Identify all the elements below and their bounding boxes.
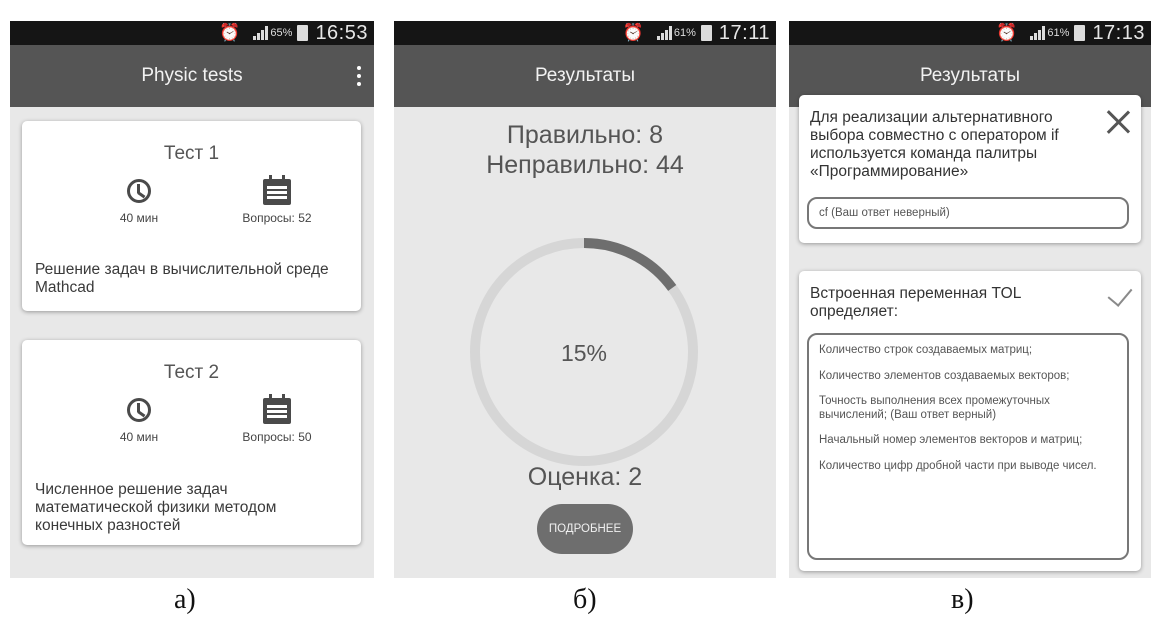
percent-label: 15% — [561, 340, 607, 366]
caption-b: б) — [573, 584, 597, 615]
alarm-icon: ⏰ — [996, 23, 1018, 42]
status-time: 17:11 — [718, 21, 770, 44]
wrong-count: Неправильно: 44 — [486, 151, 684, 179]
correct-count: Правильно: 8 — [506, 121, 664, 149]
status-time: 16:53 — [315, 21, 368, 44]
test-questions: Вопросы: 50 — [217, 394, 337, 444]
details-button[interactable]: ПОДРОБНЕЕ — [537, 504, 633, 554]
score-ring: 15% — [470, 238, 698, 466]
duration-label: 40 мин — [119, 211, 159, 225]
clock-icon — [127, 398, 151, 422]
question-card: Встроенная переменная TOL определяет: Ко… — [799, 271, 1141, 571]
options-list: Количество строк создаваемых матриц; Кол… — [807, 333, 1129, 560]
alarm-icon: ⏰ — [219, 23, 241, 42]
screen-results-details: ⏰ 61% 17:13 Результаты Для реализации ал… — [789, 21, 1151, 578]
signal-icon — [1030, 26, 1046, 40]
battery-percent: 61% — [1047, 27, 1070, 39]
status-bar: ⏰ 65% 16:53 — [10, 21, 374, 45]
app-title: Physic tests — [141, 65, 243, 86]
more-vert-icon[interactable] — [354, 64, 364, 88]
battery-percent: 65% — [270, 27, 293, 39]
option-item: Количество цифр дробной части при выводе… — [819, 459, 1097, 472]
grade-label: Оценка: 2 — [527, 463, 643, 491]
battery-icon — [700, 25, 712, 41]
test-duration: 40 мин — [84, 179, 194, 225]
caption-c: в) — [951, 584, 974, 615]
option-item: Начальный номер элементов векторов и мат… — [819, 434, 1083, 446]
test-card[interactable]: Тест 2 40 мин Вопросы: 50 Численное реше… — [22, 340, 361, 545]
calendar-icon — [263, 175, 291, 205]
battery-percent: 61% — [673, 27, 696, 39]
test-title: Тест 1 — [163, 143, 220, 164]
caption-a: а) — [174, 584, 196, 615]
test-description: Решение задач в вычислительной среде Mat… — [35, 261, 329, 296]
screen-results-summary: ⏰ 61% 17:11 Результаты Правильно: 8 Непр… — [394, 21, 776, 578]
option-item: Точность выполнения всех промежуточных в… — [819, 395, 1050, 421]
screen-test-list: ⏰ 65% 16:53 Physic tests Тест 1 40 мин В… — [10, 21, 374, 578]
check-icon — [1107, 281, 1133, 307]
test-description: Численное решение задач математической ф… — [35, 481, 277, 534]
option-item: Количество строк создаваемых матриц; — [819, 344, 1033, 356]
option-item: Количество элементов создаваемых векторо… — [819, 369, 1070, 382]
duration-label: 40 мин — [119, 430, 159, 444]
questions-label: Вопросы: 52 — [242, 211, 312, 225]
question-text: Для реализации альтернативного выбора со… — [810, 109, 1059, 180]
test-card[interactable]: Тест 1 40 мин Вопросы: 52 Решение задач … — [22, 121, 361, 311]
question-card: Для реализации альтернативного выбора со… — [799, 95, 1141, 243]
test-duration: 40 мин — [84, 398, 194, 444]
battery-icon — [1074, 25, 1086, 41]
app-bar: Результаты — [394, 45, 776, 107]
signal-icon — [656, 26, 672, 40]
status-bar: ⏰ 61% 17:11 — [394, 21, 776, 45]
question-text: Встроенная переменная TOL определяет: — [810, 285, 1021, 320]
questions-label: Вопросы: 50 — [242, 430, 312, 444]
status-bar: ⏰ 61% 17:13 — [789, 21, 1151, 45]
battery-icon — [297, 25, 309, 41]
answer-field: cf (Ваш ответ неверный) — [807, 197, 1129, 229]
app-title: Результаты — [534, 65, 636, 86]
status-time: 17:13 — [1092, 21, 1145, 44]
app-bar: Physic tests — [10, 45, 374, 107]
signal-icon — [253, 26, 269, 40]
test-title: Тест 2 — [163, 362, 220, 383]
clock-icon — [127, 179, 151, 203]
close-icon — [1105, 109, 1131, 135]
calendar-icon — [263, 394, 291, 424]
test-questions: Вопросы: 52 — [217, 175, 337, 225]
alarm-icon: ⏰ — [622, 23, 644, 42]
app-title: Результаты — [919, 65, 1021, 86]
